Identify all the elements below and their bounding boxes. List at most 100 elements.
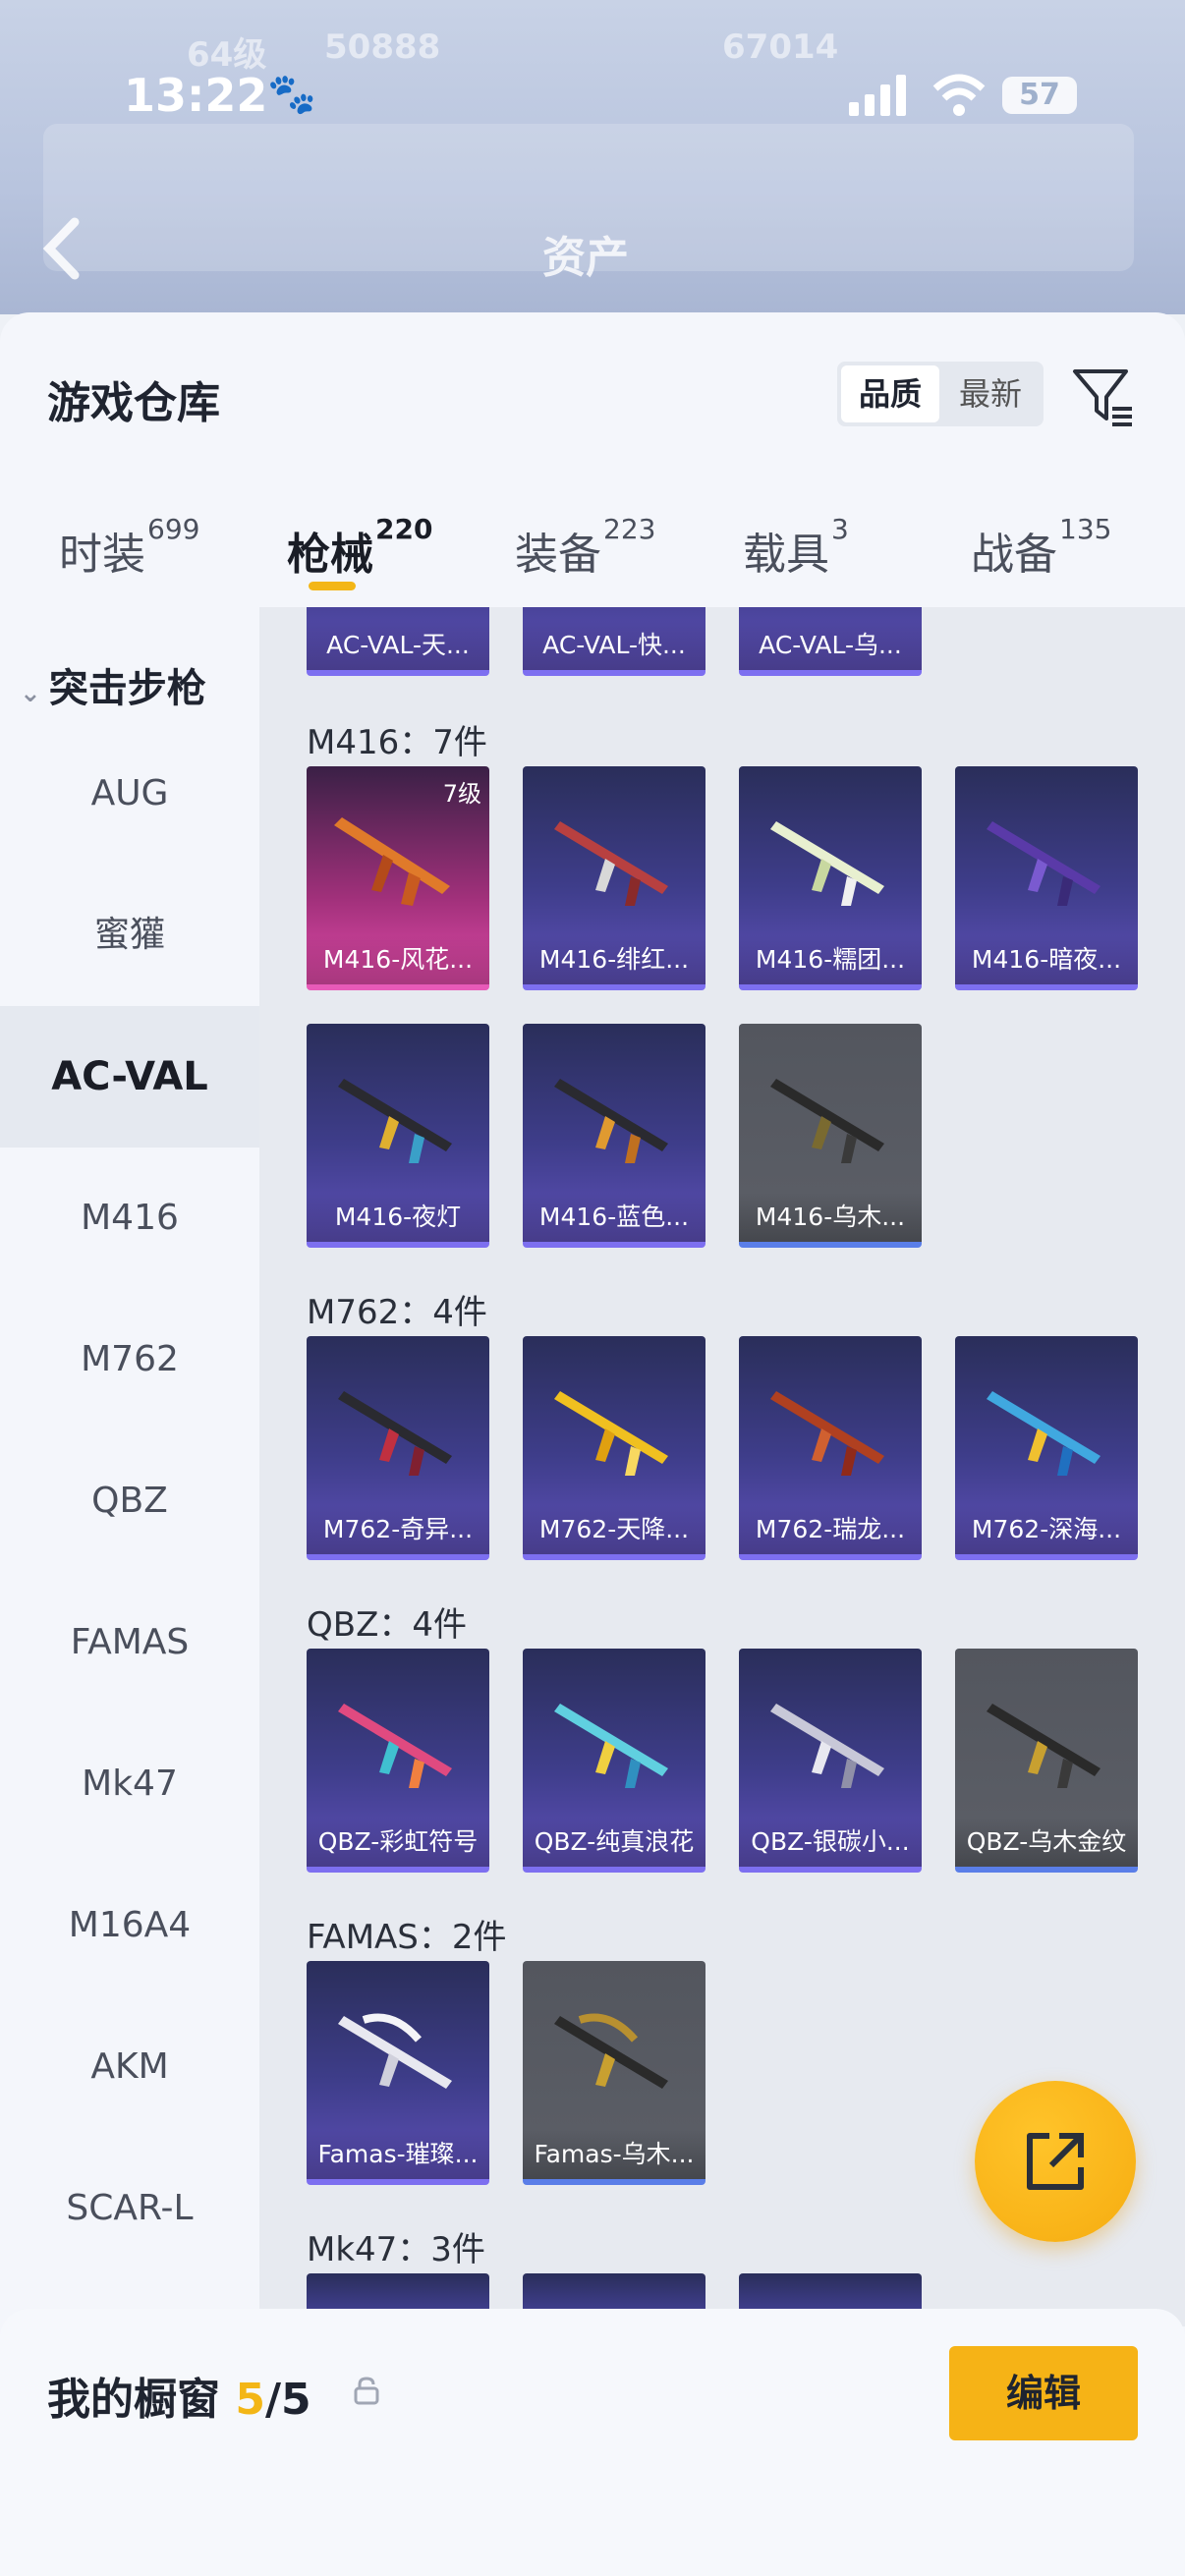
item-card[interactable]: M416-糯团... [739,766,922,990]
item-card[interactable]: QBZ-纯真浪花 [523,1649,705,1873]
sidebar-item-m762[interactable]: M762 [0,1289,259,1430]
weapon-sidebar: ⌄ 突击步枪 AUG 蜜獾 AC-VAL M416 M762 QBZ FAMAS … [0,607,259,2326]
item-name: M416-夜灯 [307,1193,489,1242]
group-label-qbz: QBZ：4件 [307,1605,468,1645]
item-card[interactable]: M416-乌木... [739,1024,922,1248]
item-card[interactable]: 7级 M416-风花... [307,766,489,990]
active-tab-indicator [309,582,356,590]
rifle-icon [338,1079,452,1163]
category-tabs: 时装699 枪械220 装备223 载具3 战备135 [0,499,1185,607]
group-label-m762: M762：4件 [307,1293,487,1332]
rifle-icon [770,1391,884,1476]
sort-toggle: 品质 最新 [837,362,1044,426]
item-name: M416-绯红... [523,935,705,984]
item-card[interactable]: Famas-乌木... [523,1961,705,2185]
item-card[interactable]: M762-瑞龙... [739,1336,922,1560]
back-arrow-icon[interactable] [39,214,85,283]
sidebar-item-honey-badger[interactable]: 蜜獾 [0,865,259,1006]
item-name: M416-糯团... [739,935,922,984]
tab-label: 战备 [971,530,1057,580]
rifle-icon [554,821,668,906]
item-card[interactable]: QBZ-银碳小... [739,1649,922,1873]
tab-fashion[interactable]: 时装699 [59,513,199,582]
rifle-icon [770,1079,884,1163]
tab-count: 223 [603,513,656,545]
item-card[interactable]: M416-暗夜... [955,766,1138,990]
tab-count: 3 [831,513,849,545]
page-title: 资产 [542,233,629,283]
sidebar-item-akm[interactable]: AKM [0,1996,259,2138]
rifle-icon [554,2013,668,2089]
sidebar-group-assault-rifles[interactable]: ⌄ 突击步枪 [20,656,206,713]
tab-equipment[interactable]: 装备223 [515,513,655,582]
item-card[interactable]: M416-绯红... [523,766,705,990]
sidebar-item-m16a4[interactable]: M16A4 [0,1855,259,1996]
item-name: M416-乌木... [739,1193,922,1242]
showcase-total: /5 [264,2375,311,2425]
sidebar-item-scar-l[interactable]: SCAR-L [0,2138,259,2279]
rifle-icon [338,1391,452,1476]
item-name: QBZ-乌木金纹 [955,1818,1138,1867]
item-card[interactable]: AC-VAL-天... [307,607,489,676]
sidebar-item-mk47[interactable]: Mk47 [0,1713,259,1855]
tab-count: 699 [147,513,200,545]
tab-label: 装备 [515,530,601,580]
item-card[interactable]: M762-奇异... [307,1336,489,1560]
item-name: Famas-乌木... [523,2130,705,2179]
item-name: M762-瑞龙... [739,1505,922,1554]
item-card[interactable]: M762-深海... [955,1336,1138,1560]
item-card[interactable]: AC-VAL-快... [523,607,705,676]
share-icon [1027,2133,1084,2190]
item-grid: AC-VAL-天... AC-VAL-快... AC-VAL-乌... M416… [259,607,1185,2326]
group-label-famas: FAMAS：2件 [307,1918,507,1957]
group-label-m416: M416：7件 [307,723,487,762]
filter-icon[interactable] [1071,364,1136,428]
tab-supplies[interactable]: 战备135 [971,513,1111,582]
item-name: AC-VAL-天... [307,621,489,670]
item-card[interactable]: QBZ-乌木金纹 [955,1649,1138,1873]
tab-count: 135 [1059,513,1112,545]
item-card[interactable]: M416-蓝色... [523,1024,705,1248]
showcase-count: 5 [235,2375,265,2425]
tab-vehicles[interactable]: 载具3 [743,513,849,582]
sidebar-item-qbz[interactable]: QBZ [0,1430,259,1572]
tab-label: 载具 [743,530,829,580]
edit-button[interactable]: 编辑 [949,2346,1138,2440]
showcase-bar: 我的橱窗 5/5 编辑 [0,2309,1185,2576]
item-card[interactable]: Famas-璀璨... [307,1961,489,2185]
rifle-icon [987,1704,1100,1788]
sidebar-item-famas[interactable]: FAMAS [0,1572,259,1713]
item-name: M762-深海... [955,1505,1138,1554]
item-card[interactable]: M762-天降... [523,1336,705,1560]
rifle-icon [554,1079,668,1163]
sort-quality-button[interactable]: 品质 [841,365,939,422]
showcase-label: 我的橱窗 [47,2375,220,2425]
item-card[interactable]: QBZ-彩虹符号 [307,1649,489,1873]
wifi-icon [932,74,986,116]
item-name: M762-奇异... [307,1505,489,1554]
tab-guns[interactable]: 枪械220 [287,513,432,582]
rifle-icon [987,821,1100,906]
item-name: AC-VAL-快... [523,621,705,670]
item-name: M762-天降... [523,1505,705,1554]
rifle-icon [338,2013,452,2089]
sheet-title: 游戏仓库 [47,378,220,428]
item-name: QBZ-银碳小... [739,1818,922,1867]
item-name: QBZ-纯真浪花 [523,1818,705,1867]
item-card[interactable]: AC-VAL-乌... [739,607,922,676]
rifle-icon [554,1391,668,1476]
sidebar-item-m416[interactable]: M416 [0,1148,259,1289]
signal-icon [849,75,906,116]
chevron-down-icon: ⌄ [20,679,41,708]
paw-icon: 🐾 [267,72,316,117]
sidebar-item-aug[interactable]: AUG [0,723,259,865]
tab-count: 220 [375,513,433,545]
sort-newest-button[interactable]: 最新 [941,365,1040,422]
item-name: M416-暗夜... [955,935,1138,984]
share-button[interactable] [975,2081,1136,2242]
rifle-icon [334,817,450,906]
sidebar-item-acval[interactable]: AC-VAL [0,1006,259,1148]
item-name: Famas-璀璨... [307,2130,489,2179]
item-card[interactable]: M416-夜灯 [307,1024,489,1248]
warehouse-sheet: 游戏仓库 品质 最新 时装699 枪械220 装备223 载具3 战备135 ⌄… [0,312,1185,2576]
